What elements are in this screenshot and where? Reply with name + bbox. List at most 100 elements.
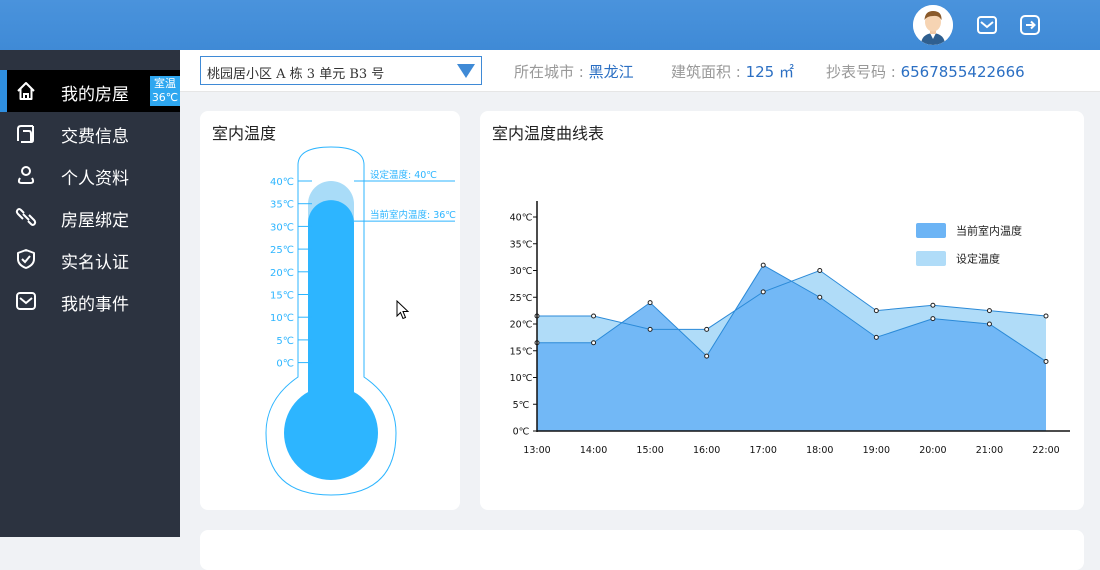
x-tick-label: 20:00 xyxy=(919,445,946,456)
x-tick-label: 21:00 xyxy=(976,445,1003,456)
thermometer-graphic: 40℃ 35℃ 30℃ 25℃ 20℃ 15℃ 10℃ 5℃ 0℃ 设定温度: 40℃ 当前室内… xyxy=(265,146,456,496)
house-info-bar: 桃园居小区 A 栋 3 单元 B3 号 所在城市 : 黑龙江 建筑面积 : 12… xyxy=(180,50,1100,92)
dropdown-arrow-icon[interactable] xyxy=(457,64,475,78)
data-point xyxy=(986,308,992,314)
sidebar-item-payment[interactable]: 交费信息 xyxy=(0,112,180,154)
scale-label: 30℃ xyxy=(270,222,294,233)
y-tick-label: 25℃ xyxy=(510,293,533,304)
data-point xyxy=(986,321,992,327)
y-tick-label: 0℃ xyxy=(513,427,530,438)
data-point xyxy=(704,326,710,332)
x-tick-label: 14:00 xyxy=(580,445,607,456)
sidebar-item-label: 房屋绑定 xyxy=(61,211,129,231)
city-info: 所在城市 : 黑龙江 xyxy=(514,61,634,82)
shield-check-icon xyxy=(17,249,35,269)
x-tick-label: 16:00 xyxy=(693,445,720,456)
sidebar-item-profile[interactable]: 个人资料 xyxy=(0,154,180,196)
y-tick-label: 35℃ xyxy=(510,239,533,250)
legend-swatch xyxy=(916,223,946,238)
data-point xyxy=(817,268,823,273)
y-tick-label: 15℃ xyxy=(510,346,533,357)
bill-icon xyxy=(17,125,34,143)
mail-icon xyxy=(16,292,36,310)
mouse-cursor-icon xyxy=(396,300,410,320)
bottom-card xyxy=(200,530,1084,570)
indoor-temp-card: 室内温度 40℃ 35℃ 30℃ 25℃ 20℃ 15℃ 10℃ 5℃ 0℃ 设定温度: 40℃… xyxy=(200,111,460,510)
city-value: 黑龙江 xyxy=(588,63,634,81)
data-point xyxy=(591,340,597,346)
scale-label: 20℃ xyxy=(270,268,294,279)
logout-icon[interactable] xyxy=(1019,14,1041,36)
avatar[interactable] xyxy=(913,5,953,45)
temp-curve-chart: 0℃ 5℃ 10℃ 15℃ 20℃ 25℃ 30℃ 35℃ 40℃ 13:00 14:00 15:00… xyxy=(510,201,1070,456)
x-tick-label: 13:00 xyxy=(523,445,550,456)
y-tick-label: 40℃ xyxy=(510,213,533,224)
x-tick-label: 19:00 xyxy=(863,445,890,456)
data-point xyxy=(1043,313,1049,319)
legend-label: 设定温度 xyxy=(956,252,1000,266)
x-tick-label: 22:00 xyxy=(1032,445,1059,456)
sidebar-item-label: 实名认证 xyxy=(61,253,129,273)
set-temp-label: 设定温度: 40℃ xyxy=(370,169,437,181)
sidebar-item-label: 个人资料 xyxy=(61,169,129,189)
mail-icon[interactable] xyxy=(976,14,998,36)
scale-label: 35℃ xyxy=(270,200,294,211)
y-tick-label: 5℃ xyxy=(513,400,530,411)
x-tick-label: 17:00 xyxy=(750,445,777,456)
top-bar xyxy=(0,0,1100,50)
avatar-icon xyxy=(913,5,953,45)
series-area-0 xyxy=(537,265,1046,431)
sidebar-item-my-events[interactable]: 我的事件 xyxy=(0,280,180,322)
sidebar-item-house-binding[interactable]: 房屋绑定 xyxy=(0,196,180,238)
data-point xyxy=(873,334,879,340)
scale-label: 5℃ xyxy=(276,336,294,347)
data-point xyxy=(704,353,710,359)
link-icon xyxy=(15,208,37,226)
meter-value: 6567855422666 xyxy=(900,63,1025,81)
current-temp-label: 当前室内温度: 36℃ xyxy=(370,209,456,221)
x-tick-label: 15:00 xyxy=(636,445,663,456)
scale-label: 25℃ xyxy=(270,245,294,256)
meter-info: 抄表号码 : 6567855422666 xyxy=(826,61,1025,82)
scale-label: 0℃ xyxy=(276,359,294,370)
sidebar-item-my-house[interactable]: 我的房屋 室温 36℃ xyxy=(0,70,180,112)
y-tick-label: 30℃ xyxy=(510,266,533,277)
scale-label: 15℃ xyxy=(270,291,294,302)
thermometer-stem xyxy=(308,341,354,401)
area-info: 建筑面积 : 125 ㎡ xyxy=(671,61,794,82)
room-temp-badge: 室温 36℃ xyxy=(150,76,180,106)
scale-label: 10℃ xyxy=(270,313,294,324)
sidebar-item-label: 我的房屋 xyxy=(61,85,129,105)
data-point xyxy=(647,326,653,332)
house-select[interactable]: 桃园居小区 A 栋 3 单元 B3 号 xyxy=(200,56,482,85)
scale-label: 40℃ xyxy=(270,177,294,188)
sidebar-item-verification[interactable]: 实名认证 xyxy=(0,238,180,280)
data-point xyxy=(760,262,766,268)
sidebar-item-label: 我的事件 xyxy=(61,295,129,315)
data-point xyxy=(647,300,653,306)
home-icon xyxy=(17,82,35,100)
badge-line1: 室温 xyxy=(154,77,176,90)
y-tick-label: 20℃ xyxy=(510,320,533,331)
data-point xyxy=(930,302,936,308)
badge-line2: 36℃ xyxy=(151,91,179,104)
y-tick-label: 10℃ xyxy=(510,373,533,384)
data-point xyxy=(930,316,936,322)
sidebar-item-label: 交费信息 xyxy=(61,127,129,147)
data-point xyxy=(873,308,879,314)
area-label: 建筑面积 : xyxy=(671,63,746,81)
city-label: 所在城市 : xyxy=(514,63,589,81)
sidebar: 我的房屋 室温 36℃ 交费信息 个人资料 房屋绑定 实名认证 我的事件 xyxy=(0,50,180,537)
user-icon xyxy=(17,166,35,184)
data-point xyxy=(591,313,597,319)
data-point xyxy=(760,289,766,295)
temp-curve-card: 室内温度曲线表 0℃ 5℃ 10℃ 15℃ 20℃ 25℃ 30℃ 35℃ 40℃ 13:00 14… xyxy=(480,111,1084,510)
legend-swatch xyxy=(916,251,946,266)
data-point xyxy=(817,294,823,300)
area-value: 125 ㎡ xyxy=(745,63,794,81)
house-select-value: 桃园居小区 A 栋 3 单元 B3 号 xyxy=(207,67,385,82)
data-point xyxy=(1043,358,1049,364)
meter-label: 抄表号码 : xyxy=(826,63,901,81)
x-tick-label: 18:00 xyxy=(806,445,833,456)
legend-label: 当前室内温度 xyxy=(956,224,1022,238)
